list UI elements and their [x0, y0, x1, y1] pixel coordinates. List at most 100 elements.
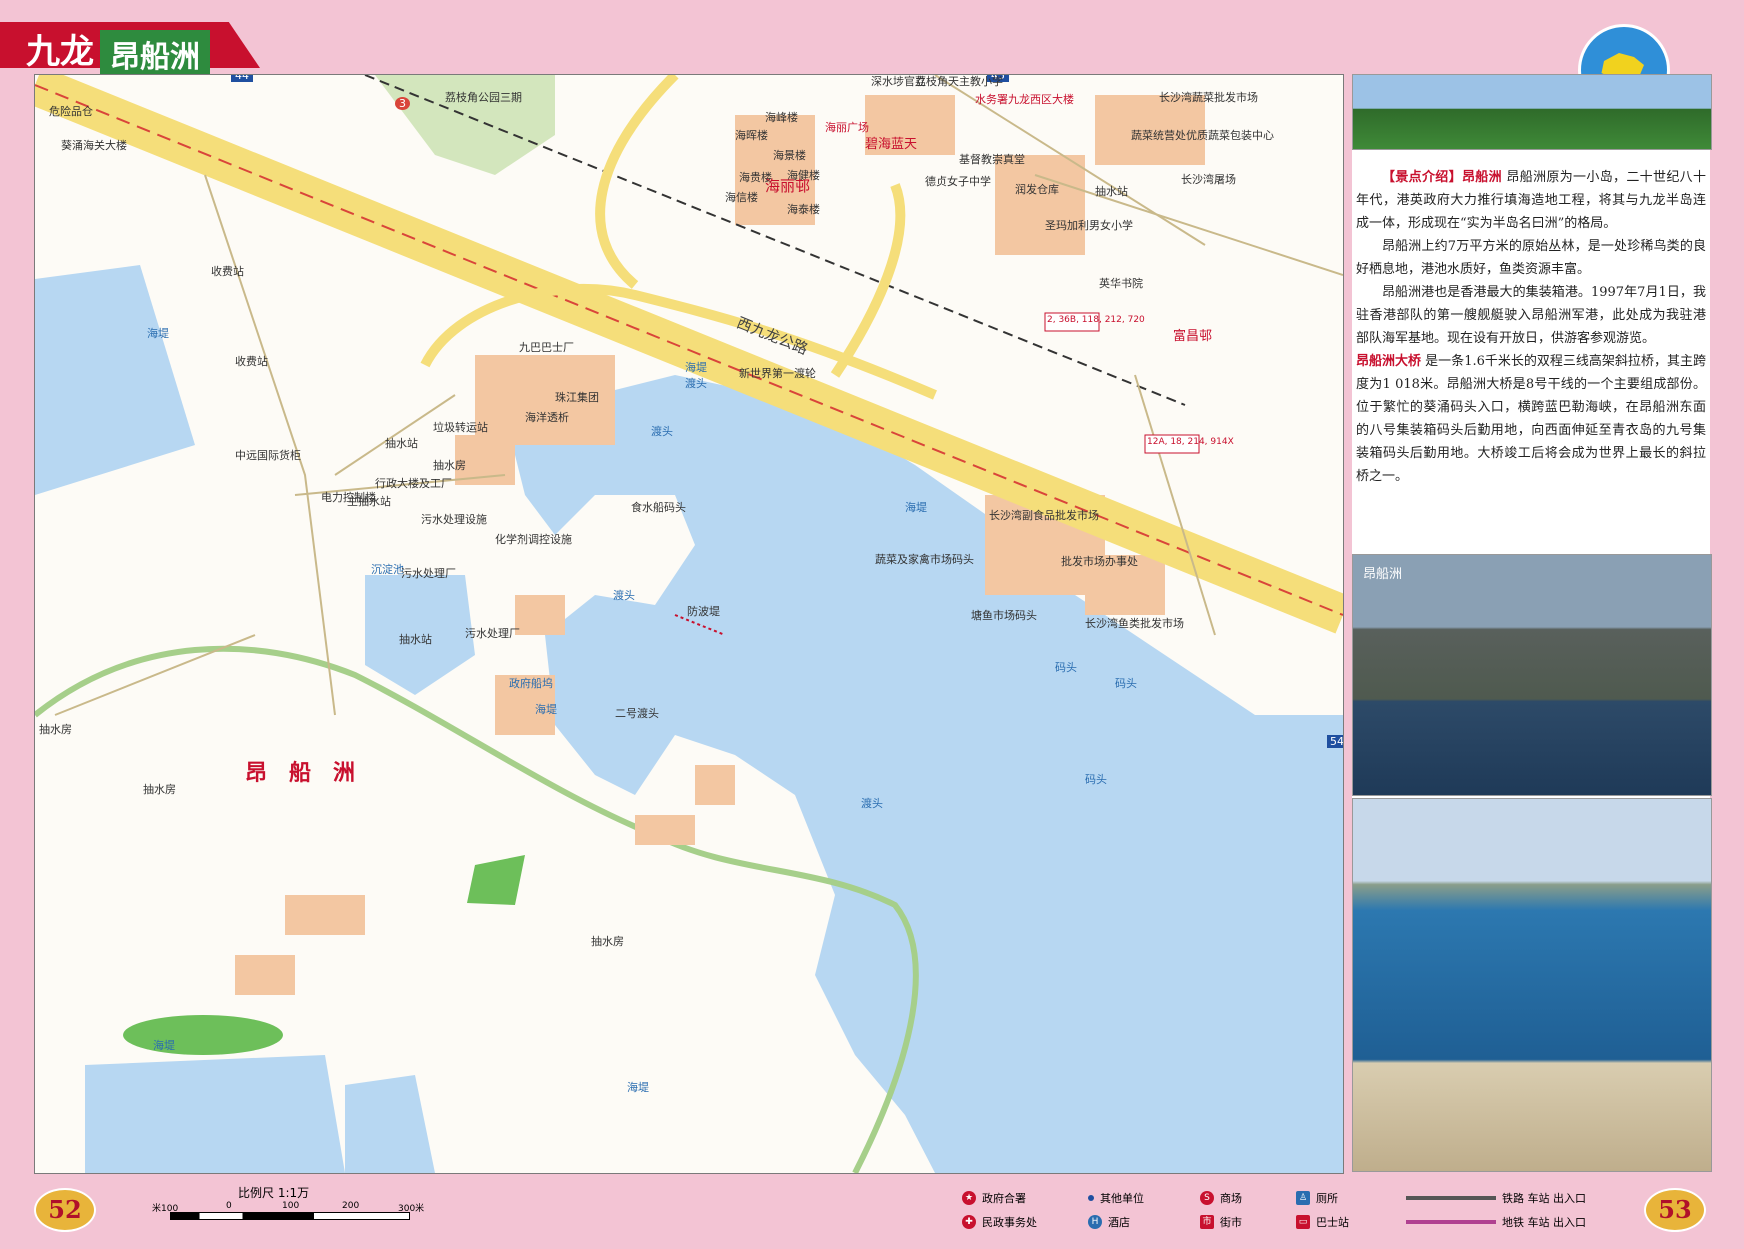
legend-item: S 商场: [1200, 1190, 1242, 1206]
map-label: 抽水房: [591, 935, 624, 948]
other-unit-icon: [1088, 1195, 1094, 1201]
scale-bar: [170, 1212, 410, 1220]
paragraph: 是一条1.6千米长的双程三线高架斜拉桥，其主跨度为1 018米。昂船洲大桥是8号…: [1356, 354, 1706, 484]
map-label: 海洋透析: [525, 411, 569, 424]
map-label: 荔枝角天主教小学: [915, 75, 1003, 88]
map-label: 抽水房: [39, 723, 72, 736]
scale-tick: 100: [282, 1201, 300, 1211]
railway-icon: [1406, 1196, 1496, 1200]
map-label: 垃圾转运站: [433, 421, 488, 434]
mall-icon: S: [1200, 1191, 1214, 1205]
scale-tick: 0: [226, 1201, 232, 1211]
map-label: 沉淀池: [371, 563, 404, 576]
map-label: 葵涌海关大楼: [61, 139, 127, 152]
map-label: 抽水房: [143, 783, 176, 796]
map-label: 长沙湾蔬菜批发市场: [1159, 91, 1258, 104]
metro-icon: [1406, 1220, 1496, 1224]
map-label: 抽水站: [385, 437, 418, 450]
map-label: 富昌邨: [1173, 329, 1213, 344]
page-number-left: 52: [34, 1188, 96, 1232]
sidebar: 【景点介绍】昂船洲 昂船洲原为一小岛，二十世纪八十年代，港英政府大力推行填海造地…: [1352, 74, 1712, 1172]
paragraph: 昂船洲上约7万平方米的原始丛林，是一处珍稀鸟类的良好栖息地，港池水质好，鱼类资源…: [1356, 239, 1706, 277]
sports-field: [123, 1015, 283, 1055]
map-label: 污水处理设施: [421, 513, 487, 526]
map-label: 政府船坞: [509, 677, 553, 690]
map-label: 德贞女子中学: [925, 175, 991, 188]
map-label: 食水船码头: [631, 501, 686, 514]
area-title: 昂船洲: [100, 30, 210, 78]
map-label: 海景楼: [773, 149, 806, 162]
map-label: 抽水站: [399, 633, 432, 646]
legend-item: H 酒店: [1088, 1214, 1130, 1230]
map-label: 渡头: [685, 377, 707, 390]
map-label: 海堤: [153, 1039, 175, 1052]
legend-item: ♙ 厕所: [1296, 1190, 1338, 1206]
map-label: 蔬菜及家禽市场码头: [875, 553, 974, 566]
map-label: 海泰楼: [787, 203, 820, 216]
scale-tick: 米100: [152, 1204, 179, 1214]
section-title: 昂船洲: [1461, 170, 1502, 185]
intro-tag: 【景点介绍】: [1382, 170, 1462, 185]
intro-text: 【景点介绍】昂船洲 昂船洲原为一小岛，二十世纪八十年代，港英政府大力推行填海造地…: [1356, 166, 1706, 488]
legend-item: ★ 政府合署: [962, 1190, 1026, 1206]
legend-item: ✚ 民政事务处: [962, 1214, 1037, 1230]
bridge-photo: 昂船洲: [1352, 554, 1712, 796]
route-shield-44: 44: [231, 75, 253, 82]
map-label: 九巴巴士厂: [519, 341, 574, 354]
map-label: 基督教崇真堂: [959, 153, 1025, 166]
map-label: 海堤: [627, 1081, 649, 1094]
map-label: 海堤: [685, 361, 707, 374]
map-label: 危险品仓: [49, 105, 93, 118]
scale-tick: 200: [342, 1201, 360, 1211]
hotel-icon: H: [1088, 1215, 1102, 1229]
legend-item: ▭ 巴士站: [1296, 1214, 1349, 1230]
scale-tick: 300米: [398, 1204, 425, 1214]
map-label: 主抽水站: [347, 495, 391, 508]
gov-office-icon: ★: [962, 1191, 976, 1205]
map-label: 海信楼: [725, 191, 758, 204]
map-label: 渡头: [861, 797, 883, 810]
map-label: 收费站: [235, 355, 268, 368]
map-label: 圣玛加利男女小学: [1045, 219, 1133, 232]
district-title: 九龙: [26, 32, 94, 72]
map-label: 二号渡头: [615, 707, 659, 720]
map-label: 水务署九龙西区大楼: [975, 93, 1074, 106]
map-label: 长沙湾副食品批发市场: [989, 509, 1099, 522]
route-shield-54: 54: [1327, 735, 1343, 748]
map-label: 荔枝角公园三期: [445, 91, 522, 104]
market-icon: 市: [1200, 1215, 1214, 1229]
map-label: 批发市场办事处: [1061, 555, 1138, 568]
map-label: 英华书院: [1099, 277, 1143, 290]
bus-routes-label: 2, 36B, 118, 212, 720: [1047, 315, 1145, 325]
map-label: 海丽广场: [825, 121, 869, 134]
map-label: 污水处理厂: [401, 567, 456, 580]
map-label: 渡头: [613, 589, 635, 602]
page-number-right: 53: [1644, 1188, 1706, 1232]
map-label: 海晖楼: [735, 129, 768, 142]
paragraph: 昂船洲港也是香港最大的集装箱港。1997年7月1日，我驻香港部队的第一艘舰艇驶入…: [1356, 285, 1706, 346]
map-label: 润发仓库: [1015, 183, 1059, 196]
map-label: 海堤: [905, 501, 927, 514]
map-label: 化学剂调控设施: [495, 533, 572, 546]
photo-caption: 昂船洲: [1363, 567, 1403, 582]
map-label: 海丽邨: [765, 177, 811, 195]
map-label: 珠江集团: [555, 391, 599, 404]
map-label: 防波堤: [687, 605, 720, 618]
map-panel[interactable]: 西九龙公路 44 45 54 3 昂船洲 危险品仓 葵涌海关大楼 荔枝角公园三期…: [34, 74, 1344, 1174]
map-label: 中远国际货柜: [235, 449, 301, 462]
map-label: 收费站: [211, 265, 244, 278]
legend-item: 市街市: [1200, 1214, 1242, 1230]
map-label: 抽水房: [433, 459, 466, 472]
map-label: 长沙湾鱼类批发市场: [1085, 617, 1184, 630]
water-sw-basin: [85, 1055, 345, 1173]
map-label: 行政大楼及工厂: [375, 477, 452, 490]
legend-item: 其他单位: [1088, 1190, 1144, 1206]
map-label: 塘鱼市场码头: [971, 609, 1037, 622]
map-label: 海峰楼: [765, 111, 798, 124]
map-label: 海堤: [535, 703, 557, 716]
park-photo: [1352, 74, 1712, 150]
map-label: 碧海蓝天: [865, 137, 918, 152]
legend-item: 铁路 车站 出入口: [1406, 1190, 1586, 1206]
map-label: 新世界第一渡轮: [739, 367, 816, 380]
map-label: 蔬菜统营处优质蔬菜包装中心: [1131, 129, 1274, 142]
